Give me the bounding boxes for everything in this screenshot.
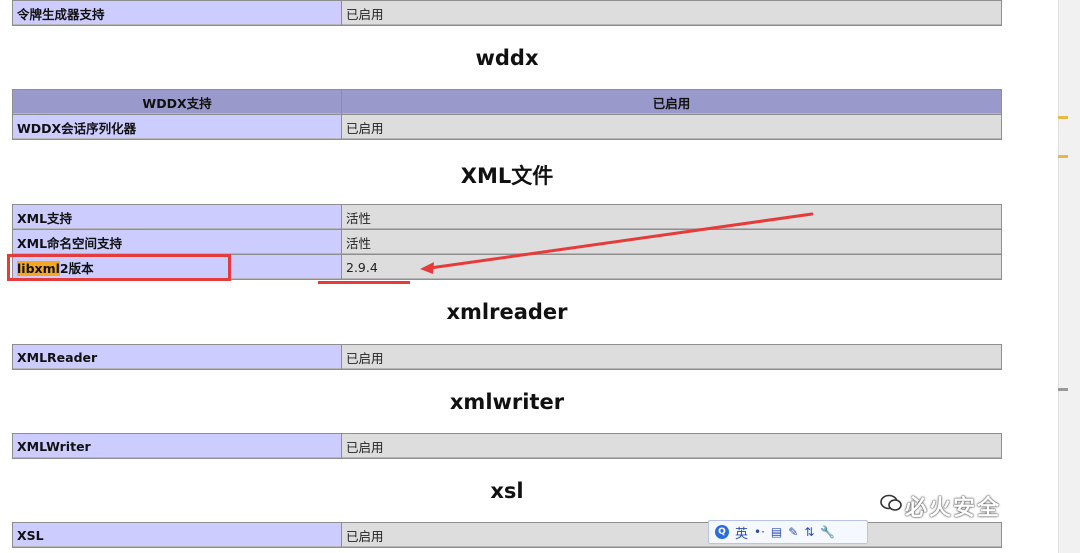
row-value: 已启用 (341, 344, 1002, 370)
xmlreader-table-wrap: XMLReader 已启用 (12, 344, 1002, 370)
table-row: XMLReader 已启用 (12, 344, 1002, 370)
search-match-marker (1058, 155, 1068, 158)
notepad-icon[interactable]: ✎ (788, 525, 798, 539)
punctuation-icon[interactable]: •· (754, 525, 765, 539)
scroll-thumb[interactable] (1058, 388, 1068, 391)
search-match-marker (1058, 116, 1068, 119)
watermark-text: 必火安全 (905, 496, 1002, 521)
section-title: xsl (490, 479, 524, 503)
xmlreader-section: xmlreader (12, 300, 1002, 324)
row-label: XSL (12, 522, 342, 548)
xmlwriter-table: XMLWriter 已启用 (12, 433, 1002, 459)
wechat-icon (880, 494, 902, 511)
ime-logo-icon[interactable]: Q (715, 525, 729, 539)
row-value: 已启用 (341, 522, 1002, 548)
xsl-section: xsl (12, 479, 1002, 503)
tools-icon[interactable]: 🔧 (820, 525, 835, 539)
xmlreader-table: XMLReader 已启用 (12, 344, 1002, 370)
ime-toolbar[interactable]: Q 英 •· ▤ ✎ ⇅ 🔧 (708, 520, 868, 544)
section-title: xmlreader (446, 300, 568, 324)
ime-language-toggle[interactable]: 英 (735, 523, 748, 542)
section-title: xmlwriter (449, 390, 565, 414)
row-label: XMLWriter (12, 433, 342, 459)
php-info-page: 令牌生成器支持 已启用 wddx WDDX支持 已启用 WDDX会话序列化器 已… (0, 0, 1058, 553)
settings-icon[interactable]: ⇅ (804, 525, 814, 539)
page-scrollbar[interactable] (1058, 0, 1080, 553)
row-value: 已启用 (341, 433, 1002, 459)
table-row: XMLWriter 已启用 (12, 433, 1002, 459)
xmlwriter-section: xmlwriter (12, 390, 1002, 414)
annotation-arrow (420, 212, 814, 274)
keyboard-icon[interactable]: ▤ (771, 525, 782, 539)
row-label: XMLReader (12, 344, 342, 370)
xmlwriter-table-wrap: XMLWriter 已启用 (12, 433, 1002, 459)
